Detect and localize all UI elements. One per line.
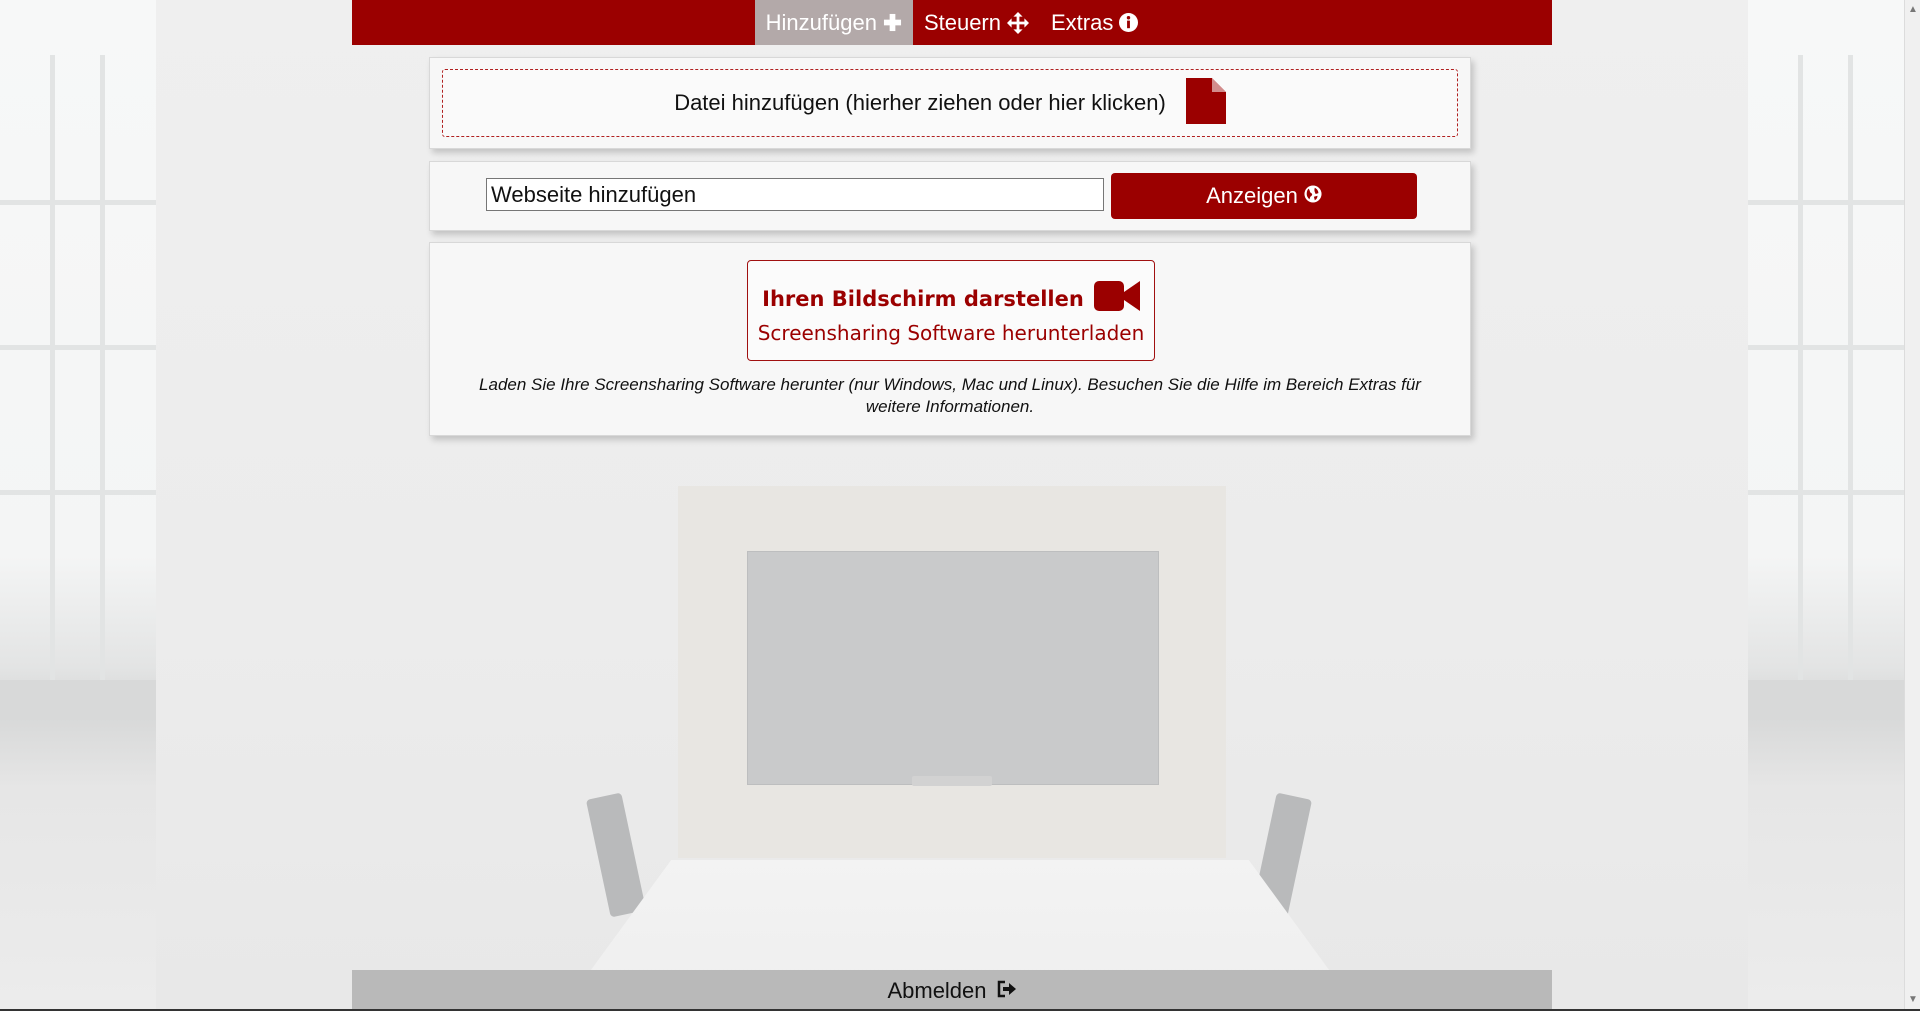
video-camera-icon: [1093, 281, 1140, 316]
background-window-left: [0, 0, 156, 1011]
logout-button[interactable]: Abmelden: [887, 978, 1016, 1004]
plus-icon: [883, 13, 902, 32]
sign-out-icon: [997, 978, 1017, 1004]
info-icon: [1119, 13, 1139, 32]
window-frame: [1848, 55, 1853, 681]
window-frame: [1748, 490, 1904, 495]
background-display-stand: [912, 776, 992, 786]
window-frame: [0, 200, 156, 205]
tab-steuern-label: Steuern: [923, 9, 1001, 35]
window-frame: [100, 55, 105, 681]
background-window-right: [1748, 0, 1904, 1011]
show-website-button[interactable]: Anzeigen: [1111, 173, 1417, 219]
window-frame: [50, 55, 55, 681]
background-table: [580, 860, 1340, 985]
window-sill: [0, 680, 156, 720]
window-frame: [1748, 345, 1904, 350]
screenshare-title: Ihren Bildschirm darstellen: [762, 286, 1084, 311]
screenshare-download-link[interactable]: Screensharing Software herunterladen: [748, 321, 1154, 345]
move-icon: [1007, 11, 1029, 34]
screenshare-title-row: Ihren Bildschirm darstellen: [748, 281, 1154, 316]
show-website-label: Anzeigen: [1206, 183, 1298, 208]
background-display: [747, 551, 1159, 785]
window-frame: [1798, 55, 1803, 681]
window-frame: [1748, 200, 1904, 205]
website-panel: Anzeigen: [429, 161, 1471, 231]
tab-extras[interactable]: Extras: [1040, 0, 1149, 45]
logout-label: Abmelden: [887, 977, 987, 1003]
tab-extras-label: Extras: [1051, 9, 1114, 35]
screenshare-button[interactable]: Ihren Bildschirm darstellen Screensharin…: [747, 260, 1155, 361]
screenshare-panel: Ihren Bildschirm darstellen Screensharin…: [429, 242, 1471, 436]
window-frame: [0, 490, 156, 495]
page-scrollbar[interactable]: ▲ ▼: [1904, 0, 1920, 1011]
tab-hinzufuegen-label: Hinzufügen: [765, 9, 877, 35]
scroll-up-icon[interactable]: ▲: [1908, 4, 1918, 15]
scroll-down-icon[interactable]: ▼: [1908, 994, 1918, 1005]
file-dropzone[interactable]: Datei hinzufügen (hierher ziehen oder hi…: [442, 69, 1458, 137]
file-icon: [1185, 77, 1226, 129]
globe-icon: [1304, 183, 1322, 209]
website-input[interactable]: [486, 178, 1104, 211]
tab-hinzufuegen[interactable]: Hinzufügen: [754, 0, 913, 45]
footer-bar: Abmelden: [352, 970, 1552, 1011]
top-navigation: Hinzufügen Steuern Extras: [352, 0, 1552, 45]
file-upload-panel: Datei hinzufügen (hierher ziehen oder hi…: [429, 57, 1471, 149]
tab-steuern[interactable]: Steuern: [913, 0, 1040, 45]
window-sill: [1748, 680, 1904, 720]
screenshare-description: Laden Sie Ihre Screensharing Software he…: [479, 375, 1421, 416]
window-frame: [0, 345, 156, 350]
file-dropzone-label: Datei hinzufügen (hierher ziehen oder hi…: [674, 90, 1166, 115]
